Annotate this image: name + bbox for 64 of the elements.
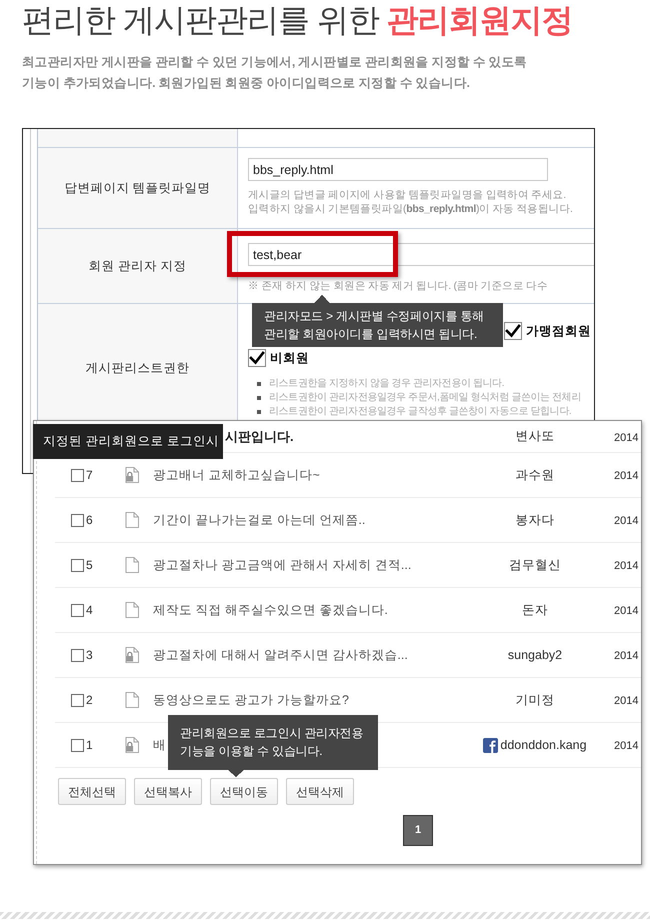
post-date: 2014 <box>614 740 638 752</box>
checkbox[interactable] <box>71 468 84 482</box>
post-title-link[interactable]: 광고배너 교체하고싶습니다~ <box>153 468 320 482</box>
post-title-link[interactable]: 제작도 직접 해주실수있으면 좋겠습니다. <box>153 603 388 617</box>
author-name: 과수원 <box>516 466 554 484</box>
row-label: 회원 관리자 지정 <box>38 229 238 303</box>
checkbox[interactable] <box>71 738 84 752</box>
post-date: 2014 <box>614 650 638 662</box>
author-name: 돈자 <box>522 602 548 619</box>
checkbox-label: 가맹점회원 <box>526 323 591 340</box>
help-text: ※ 존재 하지 않는 회원은 자동 제거 됩니다. (콤마 기준으로 다수 <box>248 279 548 293</box>
post-date: 2014 <box>614 470 638 482</box>
post-number: 6 <box>86 512 93 529</box>
help-text: 게시글의 답변글 페이지에 사용할 템플릿파일명을 입력하여 주세요. <box>248 188 567 202</box>
checkbox[interactable] <box>71 558 84 572</box>
checkbox[interactable] <box>71 514 84 526</box>
author-name: 기미정 <box>516 692 554 709</box>
intro-paragraph: 최고관리자만 게시판을 관리할 수 있던 기능에서, 게시판별로 관리회원을 지정할 수 있도록 기능이 추가되었습니다. 회원가입된 회원중 아이디입력으로 지정할 수 있습니다. <box>22 54 528 92</box>
checkbox[interactable] <box>71 694 84 706</box>
post-title-link[interactable]: 광고절차에 대해서 알려주시면 감사하겠습... <box>153 648 408 662</box>
checkbox-label: 비회원 <box>270 350 309 367</box>
square-bullet-icon <box>257 396 261 400</box>
page-button[interactable]: 1 <box>403 815 433 846</box>
tooltip: 관리회원으로 로그인시 관리자전용 기능을 이용할 수 있습니다. <box>168 715 378 777</box>
note-text: 리스트권한이 관리자전용일경우 주문서,폼메일 형식처럼 글쓴이는 전체리 <box>269 390 581 404</box>
page-heading: 편리한 게시판관리를 위한 관리회원지정 <box>22 1 574 40</box>
help-text: 입력하지 않을시 기본템플릿파일(bbs_reply.html)이 자동 적용됩니다. <box>248 202 574 216</box>
text-input[interactable]: bbs_reply.html <box>248 158 548 181</box>
row-label: 답변페이지 템플릿파일명 <box>38 148 238 228</box>
post-number: 2 <box>86 692 93 709</box>
square-bullet-icon <box>257 382 261 386</box>
square-bullet-icon <box>257 410 261 414</box>
checkbox[interactable] <box>71 648 84 662</box>
post-title-link[interactable]: 광고절차나 광고금액에 관해서 자세히 견적... <box>153 558 412 572</box>
post-number: 5 <box>86 557 93 574</box>
action-button[interactable]: 선택이동 <box>210 778 278 805</box>
caption-label: 지정된 관리회원으로 로그인시 <box>33 424 223 459</box>
note-text: 리스트권한이 관리자전용일경우 글작성후 글쓴창이 자동으로 닫힙니다. <box>269 404 572 418</box>
post-number: 4 <box>86 602 93 619</box>
tooltip: 관리자모드 > 게시판별 수정페이지를 통해 관리할 회원아이디를 입력하시면 됩니다. <box>252 295 503 347</box>
action-button[interactable]: 선택복사 <box>134 778 202 805</box>
action-button[interactable]: 선택삭제 <box>286 778 354 805</box>
author-name: 검무혈신 <box>509 556 561 574</box>
author-name: sungaby2 <box>508 646 562 664</box>
post-title-link[interactable]: 배 <box>153 738 166 752</box>
post-date: 2014 <box>614 695 638 707</box>
post-date: 2014 <box>614 432 638 444</box>
author-name: 봉자다 <box>516 512 554 529</box>
post-number: 1 <box>86 737 93 754</box>
note-text: 리스트권한을 지정하지 않을 경우 관리자전용이 됩니다. <box>269 376 504 390</box>
post-date: 2014 <box>614 560 638 572</box>
action-button[interactable]: 전체선택 <box>58 778 126 805</box>
post-number: 3 <box>86 647 93 664</box>
post-date: 2014 <box>614 515 638 527</box>
author-name: ddonddon.kang <box>500 736 587 754</box>
checkbox[interactable] <box>504 322 522 340</box>
text-input[interactable]: test,bear <box>248 243 594 266</box>
post-title-link[interactable]: 동영상으로도 광고가 가능할까요? <box>153 693 349 707</box>
post-date: 2014 <box>614 605 638 617</box>
checkbox[interactable] <box>248 349 266 368</box>
checkbox[interactable] <box>71 604 84 616</box>
post-title-link[interactable]: 기간이 끝나가는걸로 아는데 언제쯤.. <box>153 513 366 527</box>
author-name: 변사또 <box>516 428 554 446</box>
post-number: 7 <box>86 467 93 484</box>
